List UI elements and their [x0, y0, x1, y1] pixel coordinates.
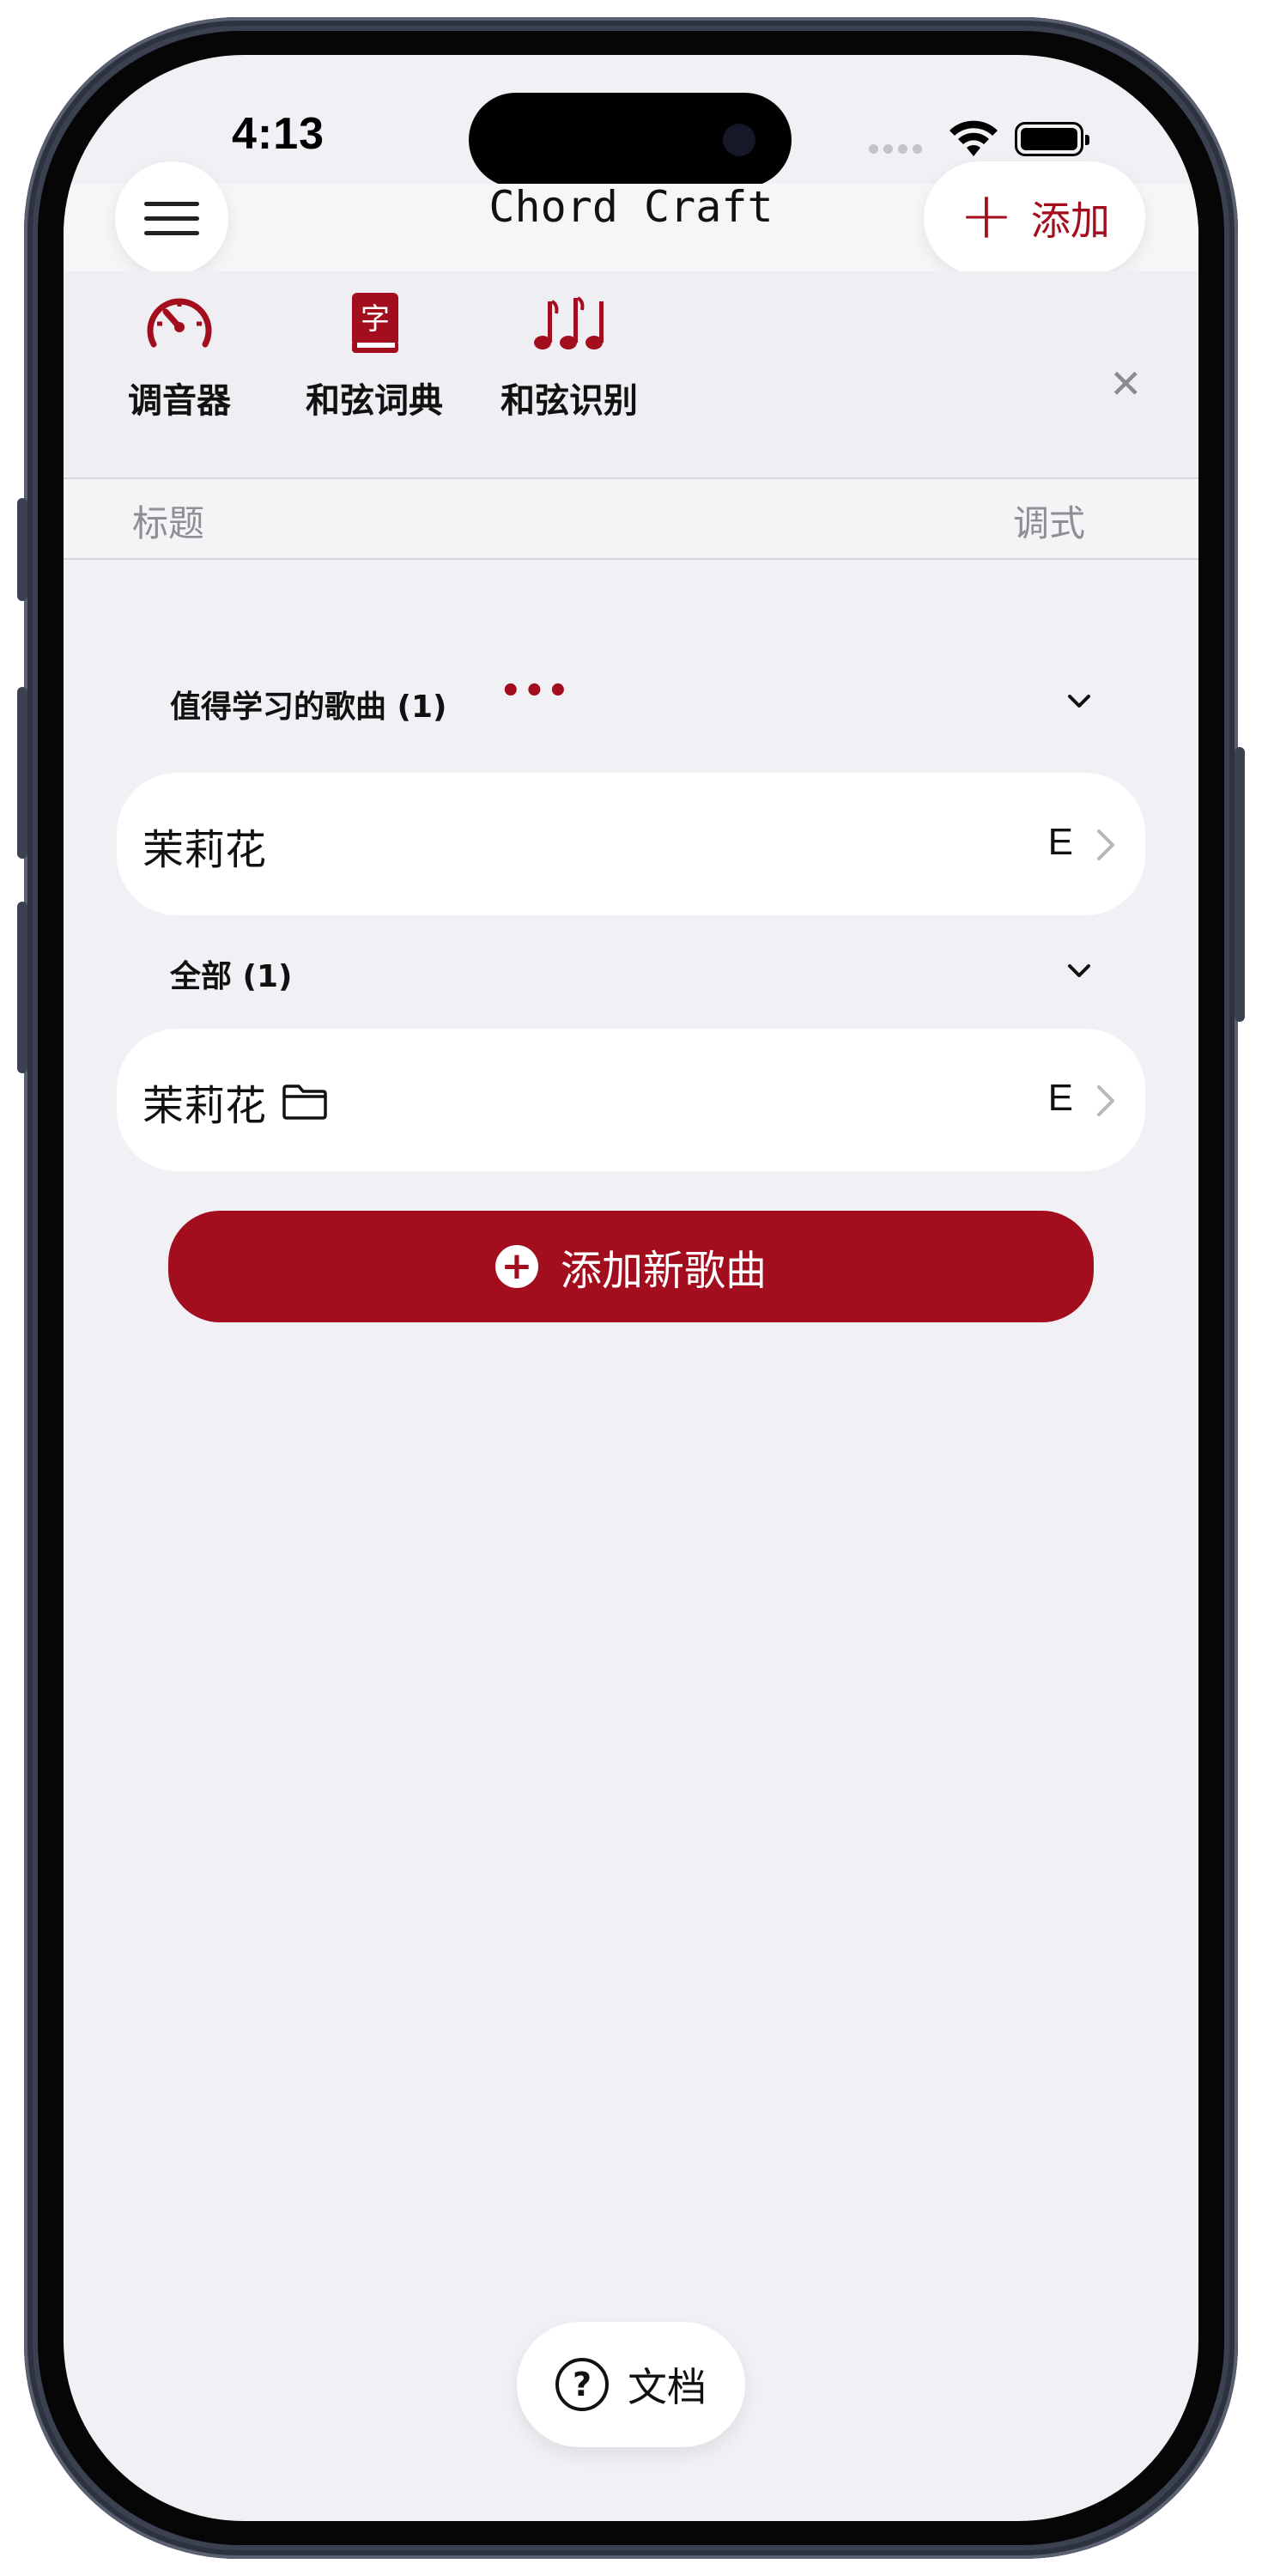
section-header-all[interactable]: 全部 (1) [170, 951, 293, 996]
tool-chord-recognition-label: 和弦识别 [501, 381, 638, 421]
tool-tuner[interactable]: 调音器 [85, 289, 274, 422]
speedometer-icon [147, 298, 212, 348]
question-circle-icon: ? [555, 2358, 609, 2411]
close-icon[interactable]: ✕ [1109, 361, 1143, 407]
tool-chord-recognition[interactable]: 和弦识别 [475, 289, 664, 422]
chevron-right-icon [1097, 1085, 1114, 1116]
music-notes-icon [534, 296, 604, 349]
column-key-label: 调式 [1012, 502, 1085, 544]
add-new-song-label: 添加新歌曲 [560, 1247, 767, 1295]
plus-icon: + [959, 177, 1014, 253]
chevron-down-icon[interactable] [1066, 958, 1092, 984]
add-button-label: 添加 [1030, 197, 1110, 244]
wifi-icon [950, 120, 998, 156]
battery-icon [1015, 122, 1089, 156]
action-button [17, 498, 27, 601]
tool-chord-dictionary[interactable]: 字 和弦词典 [280, 289, 469, 422]
song-title: 茉莉花 [143, 826, 267, 874]
power-button [1235, 747, 1245, 1022]
song-row[interactable]: 茉莉花 E [117, 1029, 1145, 1171]
plus-circle-icon: + [494, 1245, 538, 1288]
add-button[interactable]: + 添加 [924, 161, 1145, 275]
song-key: E [1047, 1077, 1073, 1119]
svg-text:字: 字 [361, 302, 390, 337]
add-new-song-button[interactable]: + 添加新歌曲 [168, 1211, 1094, 1322]
column-title-label: 标题 [132, 502, 205, 544]
docs-button[interactable]: ? 文档 [517, 2322, 745, 2447]
song-row[interactable]: 茉莉花 E [117, 773, 1145, 915]
dictionary-book-icon: 字 [352, 293, 398, 353]
docs-label: 文档 [628, 2364, 707, 2410]
tool-chord-dictionary-label: 和弦词典 [306, 381, 443, 421]
status-time: 4:13 [232, 109, 325, 159]
folder-icon [282, 1084, 327, 1120]
screen: 4:13 Chord Craft + 添加 调音器 字 和弦词典 和弦识别 ✕ … [64, 55, 1198, 2521]
chevron-down-icon[interactable] [1066, 689, 1092, 714]
signal-dots-icon [869, 144, 929, 156]
volume-up-button [17, 687, 27, 859]
column-header: 标题 调式 [64, 479, 1198, 560]
dynamic-island [469, 93, 792, 187]
more-dots-icon[interactable]: ••• [500, 671, 571, 711]
section-header-favorites[interactable]: 值得学习的歌曲 (1) [170, 682, 447, 726]
tool-tuner-label: 调音器 [128, 381, 231, 421]
song-key: E [1047, 821, 1073, 863]
chevron-right-icon [1097, 829, 1114, 860]
song-title: 茉莉花 [143, 1082, 267, 1130]
volume-down-button [17, 902, 27, 1073]
